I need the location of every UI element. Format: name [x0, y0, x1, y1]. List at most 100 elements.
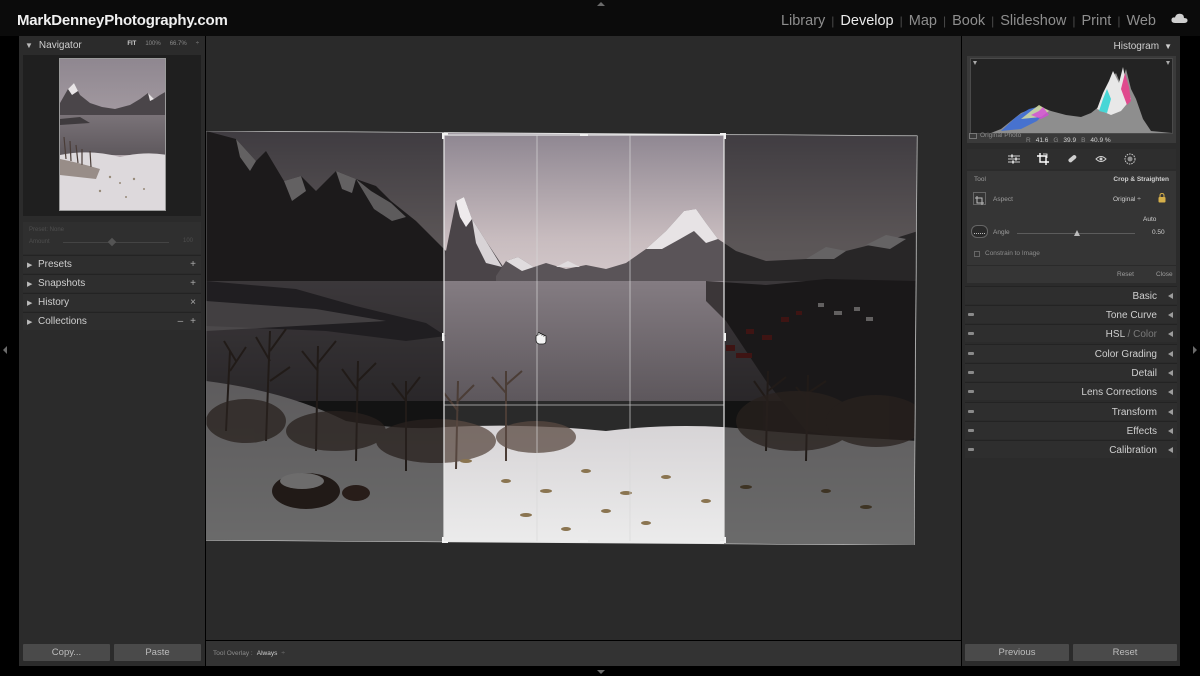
- aspect-select[interactable]: Original ÷: [1113, 196, 1141, 203]
- section-snapshots[interactable]: ▶ Snapshots +: [23, 274, 201, 292]
- section-history[interactable]: ▶ History ×: [23, 293, 201, 311]
- section-color-grading[interactable]: Color Grading: [965, 344, 1177, 362]
- histogram-chart: [971, 61, 1172, 133]
- left-panel: ▼ Navigator FIT 100% 66.7% ÷ Preset: Non…: [19, 36, 205, 666]
- b-value: 40.9 %: [1090, 137, 1111, 144]
- red-eye-icon[interactable]: [1094, 154, 1107, 164]
- b-label: B: [1081, 137, 1086, 144]
- crop-title: Crop & Straighten: [1113, 176, 1169, 183]
- tool-overlay-stepper-icon[interactable]: ÷: [281, 650, 285, 657]
- right-panel-toggle-icon[interactable]: [1193, 346, 1197, 354]
- preset-amount-slider: Preset: None Amount 100: [23, 222, 201, 254]
- section-basic[interactable]: Basic: [965, 286, 1177, 304]
- module-separator: |: [831, 14, 835, 28]
- tool-overlay-select[interactable]: Always: [257, 650, 278, 657]
- navigator-preview[interactable]: [23, 55, 201, 216]
- add-collection-icon[interactable]: +: [190, 316, 196, 327]
- constrain-checkbox[interactable]: [974, 250, 980, 257]
- section-transform[interactable]: Transform: [965, 402, 1177, 420]
- healing-brush-icon[interactable]: [1066, 153, 1078, 165]
- sliders-icon[interactable]: [1007, 154, 1020, 164]
- module-develop[interactable]: Develop: [840, 13, 893, 29]
- crop-icon[interactable]: [1036, 153, 1049, 165]
- collapse-triangle-icon: ▶: [27, 318, 33, 326]
- add-snapshot-icon[interactable]: +: [190, 278, 196, 289]
- module-separator: |: [991, 14, 995, 28]
- lock-icon[interactable]: [1158, 193, 1166, 203]
- module-web[interactable]: Web: [1126, 13, 1156, 29]
- panel-toggle-switch[interactable]: [968, 313, 974, 316]
- collapse-triangle-icon: ▶: [27, 299, 33, 307]
- top-panel-toggle-icon[interactable]: [597, 2, 605, 6]
- module-separator: |: [899, 14, 903, 28]
- module-print[interactable]: Print: [1081, 13, 1111, 29]
- section-effects[interactable]: Effects: [965, 421, 1177, 439]
- original-photo-toggle[interactable]: Original Photo: [969, 132, 1021, 139]
- panel-toggle-switch[interactable]: [968, 352, 974, 355]
- zoom-100[interactable]: 100%: [145, 41, 160, 47]
- zoom-fit[interactable]: FIT: [127, 41, 136, 47]
- panel-toggle-switch[interactable]: [968, 448, 974, 451]
- remove-collection-icon[interactable]: –: [178, 316, 184, 327]
- panel-toggle-switch[interactable]: [968, 410, 974, 413]
- module-separator: |: [1072, 14, 1076, 28]
- collapse-triangle-icon: [1168, 409, 1173, 415]
- aspect-crop-icon[interactable]: [973, 192, 986, 205]
- filmstrip-toggle-icon[interactable]: [597, 670, 605, 674]
- module-library[interactable]: Library: [781, 13, 825, 29]
- clear-history-icon[interactable]: ×: [190, 297, 196, 308]
- module-slideshow[interactable]: Slideshow: [1000, 13, 1066, 29]
- section-hsl-color[interactable]: HSL / Color: [965, 324, 1177, 342]
- toolbar: Tool Overlay : Always ÷: [206, 641, 961, 666]
- angle-slider-knob[interactable]: [1074, 230, 1081, 236]
- crop-canvas[interactable]: [205, 130, 918, 546]
- constrain-to-image-toggle[interactable]: Constrain to Image: [974, 250, 1040, 257]
- navigator-thumbnail-image: [60, 59, 165, 210]
- reset-button[interactable]: Reset: [1073, 644, 1177, 661]
- straighten-tool-icon[interactable]: [971, 225, 988, 238]
- section-title: Detail: [1131, 368, 1157, 379]
- photo-image: [205, 130, 918, 546]
- histogram-graph[interactable]: [970, 58, 1173, 134]
- panel-toggle-switch[interactable]: [968, 332, 974, 335]
- section-title: Calibration: [1109, 445, 1157, 456]
- histogram-header[interactable]: Histogram ▼: [1114, 41, 1173, 52]
- paste-button[interactable]: Paste: [114, 644, 201, 661]
- auto-straighten-button[interactable]: Auto: [1143, 216, 1156, 223]
- module-separator: |: [1117, 14, 1121, 28]
- section-detail[interactable]: Detail: [965, 363, 1177, 381]
- section-calibration[interactable]: Calibration: [965, 440, 1177, 458]
- masking-icon[interactable]: [1124, 153, 1136, 165]
- collapse-triangle-icon: [1168, 370, 1173, 376]
- zoom-custom[interactable]: 66.7%: [170, 41, 187, 47]
- module-map[interactable]: Map: [909, 13, 937, 29]
- color-label[interactable]: / Color: [1125, 329, 1157, 340]
- module-book[interactable]: Book: [952, 13, 985, 29]
- hsl-label[interactable]: HSL: [1106, 329, 1125, 340]
- copy-button[interactable]: Copy...: [23, 644, 110, 661]
- cloud-icon[interactable]: [1171, 13, 1188, 23]
- panel-toggle-switch[interactable]: [968, 390, 974, 393]
- panel-toggle-switch[interactable]: [968, 429, 974, 432]
- angle-value[interactable]: 0.50: [1152, 229, 1165, 236]
- section-title: Presets: [38, 259, 72, 270]
- crop-close-button[interactable]: Close: [1156, 271, 1173, 278]
- section-lens-corrections[interactable]: Lens Corrections: [965, 382, 1177, 400]
- section-tone-curve[interactable]: Tone Curve: [965, 305, 1177, 323]
- zoom-stepper-icon[interactable]: ÷: [196, 41, 199, 47]
- previous-button[interactable]: Previous: [965, 644, 1069, 661]
- section-presets[interactable]: ▶ Presets +: [23, 255, 201, 273]
- crop-reset-button[interactable]: Reset: [1117, 271, 1134, 278]
- left-panel-toggle-icon[interactable]: [3, 346, 7, 354]
- angle-label: Angle: [993, 229, 1010, 236]
- navigator-thumbnail[interactable]: [59, 58, 166, 211]
- collapse-triangle-icon: [1168, 312, 1173, 318]
- right-panel: Histogram ▼ R 41.6 G 39.9 B 40.9 % Origi…: [962, 36, 1180, 666]
- section-collections[interactable]: ▶ Collections – +: [23, 312, 201, 330]
- original-photo-label: Original Photo: [980, 132, 1022, 139]
- add-preset-icon[interactable]: +: [190, 259, 196, 270]
- module-picker: Library | Develop | Map | Book | Slidesh…: [781, 13, 1156, 29]
- panel-toggle-switch[interactable]: [968, 371, 974, 374]
- expand-triangle-icon: ▼: [25, 40, 33, 50]
- original-photo-checkbox[interactable]: [969, 132, 977, 139]
